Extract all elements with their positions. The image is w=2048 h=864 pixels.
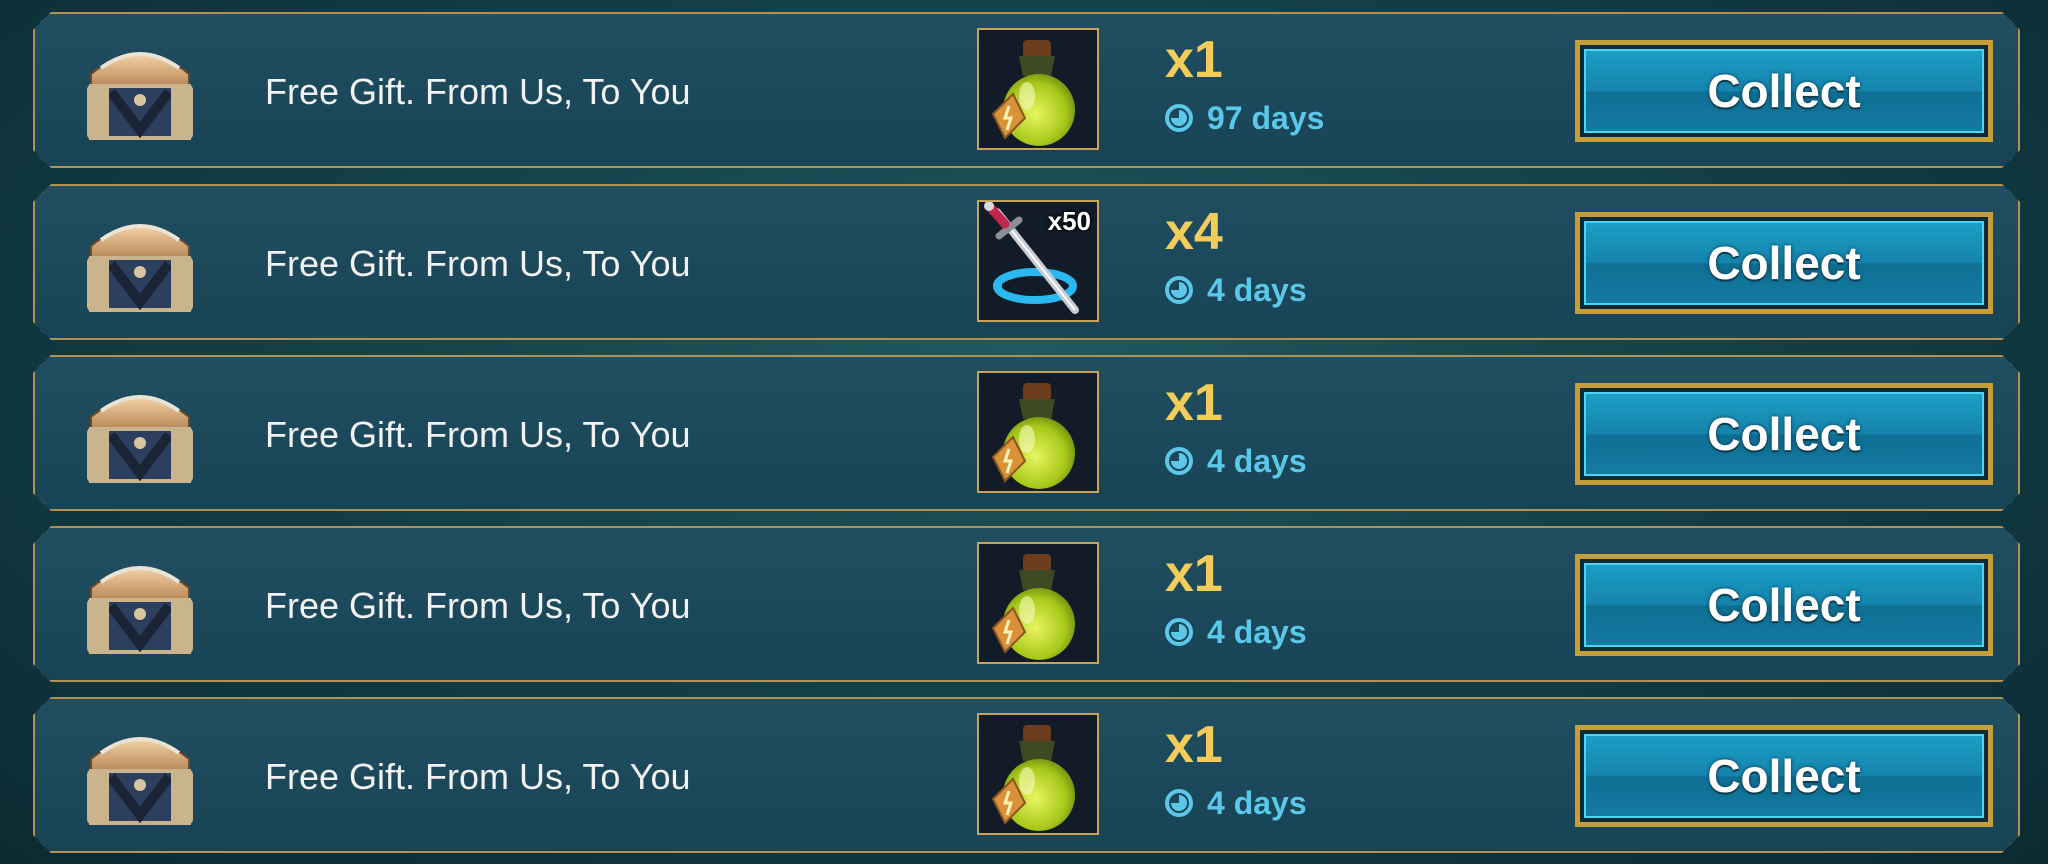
- gift-list: Free Gift. From Us, To You x1 97 days Co…: [0, 0, 2048, 864]
- frame-corner: [20, 171, 46, 197]
- gift-row: Free Gift. From Us, To You x1: [33, 355, 2020, 511]
- frame-corner: [20, 684, 46, 710]
- gift-title: Free Gift. From Us, To You: [265, 585, 691, 626]
- time-left: 4 days: [1207, 272, 1307, 308]
- collect-button[interactable]: Collect: [1575, 725, 1993, 827]
- reward-quantity: x1: [1165, 374, 1223, 432]
- collect-button-label: Collect: [1584, 734, 1984, 818]
- expiry-timer: 4 days: [1165, 445, 1307, 477]
- frame-corner: [2007, 513, 2033, 539]
- chest-icon: [81, 548, 199, 660]
- gift-title: Free Gift. From Us, To You: [265, 71, 691, 112]
- reward-quantity: x1: [1165, 31, 1223, 89]
- frame-corner: [20, 669, 46, 695]
- reward-item-frame: [977, 713, 1099, 835]
- collect-button[interactable]: Collect: [1575, 212, 1993, 314]
- chest-icon: [81, 206, 199, 318]
- frame-corner: [2007, 684, 2033, 710]
- time-left: 4 days: [1207, 785, 1307, 821]
- reward-item-frame: x50: [977, 200, 1099, 322]
- gift-row: Free Gift. From Us, To You x1: [33, 697, 2020, 853]
- reward-quantity: x4: [1165, 203, 1223, 261]
- expiry-timer: 4 days: [1165, 274, 1307, 306]
- reward-item-frame: [977, 371, 1099, 493]
- expiry-timer: 4 days: [1165, 787, 1307, 819]
- clock-icon: [1165, 447, 1193, 475]
- collect-button-label: Collect: [1584, 392, 1984, 476]
- clock-icon: [1165, 104, 1193, 132]
- frame-corner: [20, 327, 46, 353]
- item-badge: x50: [1047, 206, 1091, 236]
- frame-corner: [2007, 327, 2033, 353]
- frame-corner: [20, 840, 46, 864]
- expiry-timer: 97 days: [1165, 102, 1324, 134]
- frame-corner: [20, 498, 46, 524]
- collect-button[interactable]: Collect: [1575, 383, 1993, 485]
- gift-title: Free Gift. From Us, To You: [265, 414, 691, 455]
- clock-icon: [1165, 618, 1193, 646]
- reward-item-frame: [977, 542, 1099, 664]
- gift-title: Free Gift. From Us, To You: [265, 756, 691, 797]
- energy-potion-icon: [979, 30, 1097, 148]
- frame-corner: [2007, 669, 2033, 695]
- frame-corner: [2007, 0, 2033, 25]
- frame-corner: [2007, 155, 2033, 181]
- frame-corner: [20, 155, 46, 181]
- energy-potion-icon: [979, 715, 1097, 833]
- clock-icon: [1165, 789, 1193, 817]
- frame-corner: [20, 513, 46, 539]
- expiry-timer: 4 days: [1165, 616, 1307, 648]
- frame-corner: [2007, 342, 2033, 368]
- collect-button[interactable]: Collect: [1575, 40, 1993, 142]
- reward-quantity: x1: [1165, 545, 1223, 603]
- time-left: 4 days: [1207, 443, 1307, 479]
- energy-potion-icon: [979, 544, 1097, 662]
- chest-icon: [81, 719, 199, 831]
- collect-button-label: Collect: [1584, 563, 1984, 647]
- gift-row: Free Gift. From Us, To You x1: [33, 526, 2020, 682]
- gift-title: Free Gift. From Us, To You: [265, 243, 691, 284]
- gift-row: Free Gift. From Us, To You x1: [33, 12, 2020, 168]
- time-left: 4 days: [1207, 614, 1307, 650]
- energy-potion-icon: [979, 373, 1097, 491]
- frame-corner: [2007, 498, 2033, 524]
- frame-corner: [2007, 840, 2033, 864]
- collect-button-label: Collect: [1584, 49, 1984, 133]
- time-left: 97 days: [1207, 100, 1325, 136]
- chest-icon: [81, 377, 199, 489]
- collect-button-label: Collect: [1584, 221, 1984, 305]
- reward-item-frame: [977, 28, 1099, 150]
- collect-button[interactable]: Collect: [1575, 554, 1993, 656]
- chest-icon: [81, 34, 199, 146]
- clock-icon: [1165, 276, 1193, 304]
- frame-corner: [20, 342, 46, 368]
- frame-corner: [20, 0, 46, 25]
- gift-row: Free Gift. From Us, To You x50 x4 4 days…: [33, 184, 2020, 340]
- reward-quantity: x1: [1165, 716, 1223, 774]
- frame-corner: [2007, 171, 2033, 197]
